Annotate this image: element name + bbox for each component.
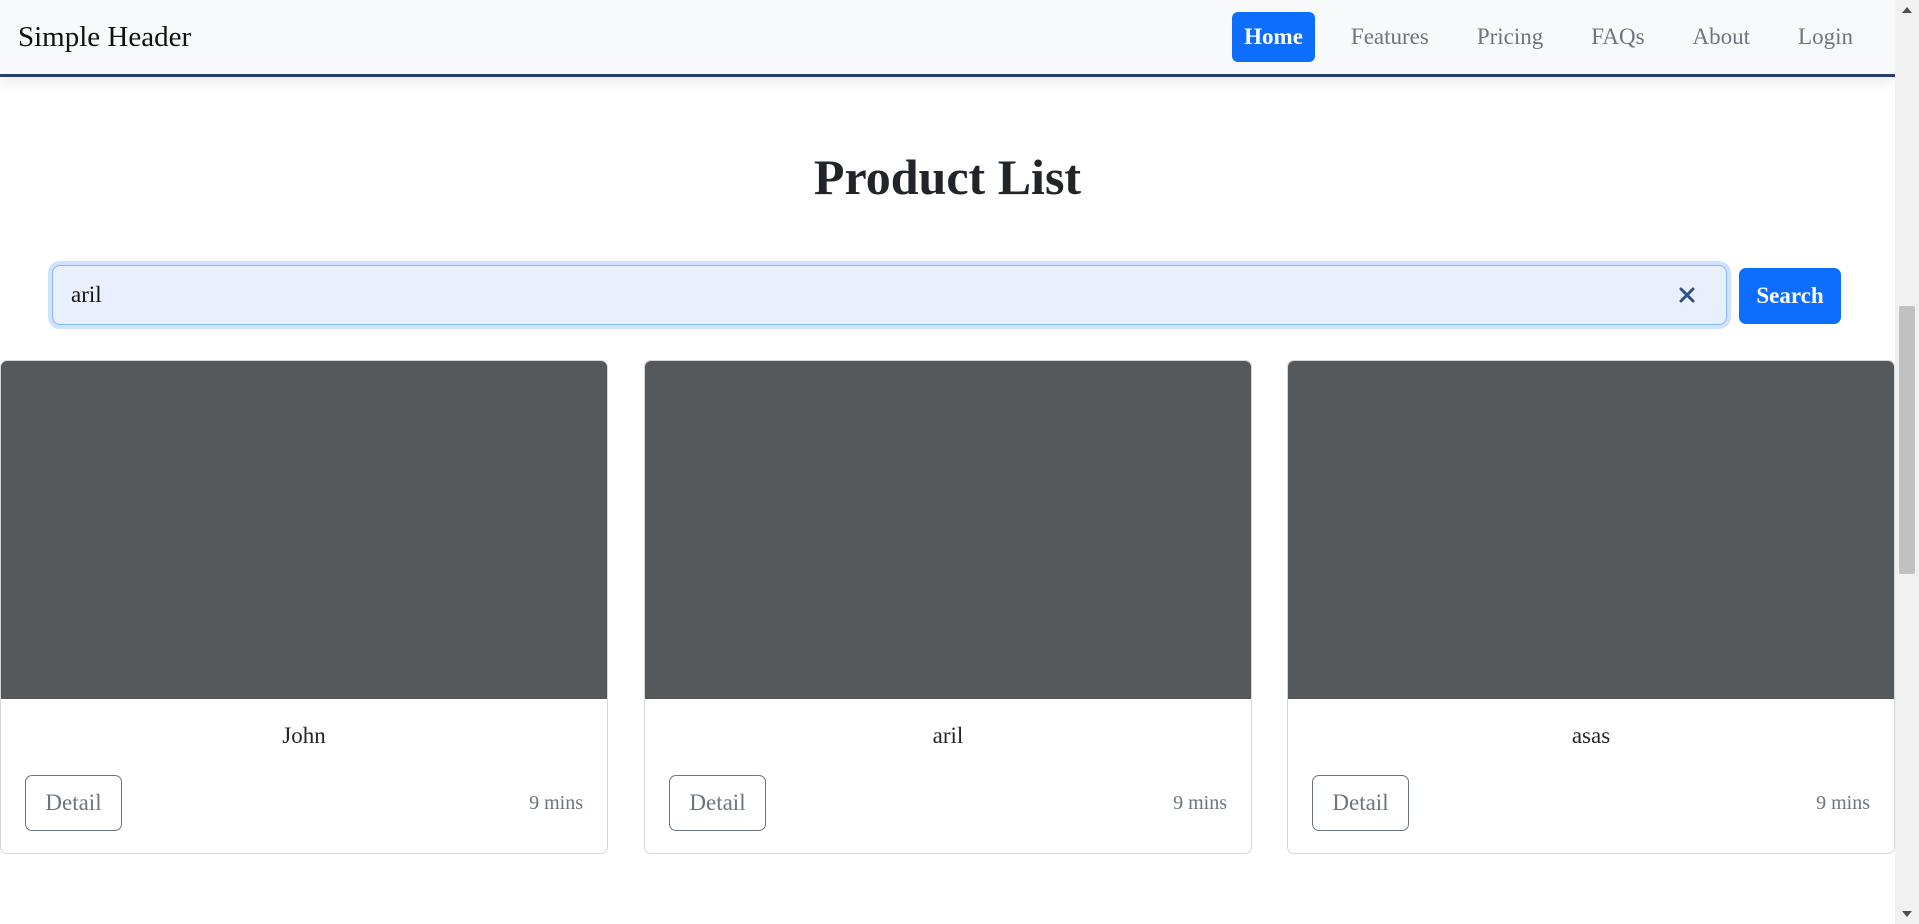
search-field [52,265,1727,325]
product-name: John [282,723,326,748]
scroll-up-arrow-icon[interactable] [1895,2,1919,18]
product-card: asas Detail 9 mins [1287,360,1895,854]
card-footer: Detail 9 mins [1288,775,1894,831]
card-footer: Detail 9 mins [645,775,1251,831]
nav-about[interactable]: About [1669,12,1775,62]
product-card: John Detail 9 mins [0,360,608,854]
vertical-scrollbar[interactable] [1895,0,1919,924]
product-name: aril [932,723,964,748]
search-input[interactable] [53,266,1672,324]
nav-features[interactable]: Features [1327,12,1453,62]
product-time: 9 mins [1816,791,1870,814]
page-title: Product List [813,149,1082,205]
product-grid: John Detail 9 mins aril Detail 9 mins as… [0,360,1895,854]
site-header: Simple Header Home Features Pricing FAQs… [0,0,1895,77]
card-footer: Detail 9 mins [1,775,607,831]
product-image-placeholder [1288,361,1894,699]
product-time: 9 mins [529,791,583,814]
product-name: asas [1571,723,1611,748]
product-time: 9 mins [1173,791,1227,814]
nav-login[interactable]: Login [1774,12,1877,62]
page: Simple Header Home Features Pricing FAQs… [0,0,1919,924]
product-image-placeholder [645,361,1251,699]
scroll-down-arrow-icon[interactable] [1895,906,1919,922]
nav-pricing[interactable]: Pricing [1453,12,1567,62]
search-button[interactable]: Search [1739,268,1841,324]
brand-logo-text[interactable]: Simple Header [18,21,191,54]
detail-button[interactable]: Detail [1312,775,1409,831]
product-card: aril Detail 9 mins [644,360,1252,854]
main-nav: Home Features Pricing FAQs About Login [1232,0,1877,74]
product-image-placeholder [1,361,607,699]
scrollbar-thumb[interactable] [1899,306,1915,574]
nav-home[interactable]: Home [1232,12,1315,62]
close-icon[interactable] [1672,280,1702,310]
detail-button[interactable]: Detail [669,775,766,831]
nav-faqs[interactable]: FAQs [1567,12,1668,62]
detail-button[interactable]: Detail [25,775,122,831]
